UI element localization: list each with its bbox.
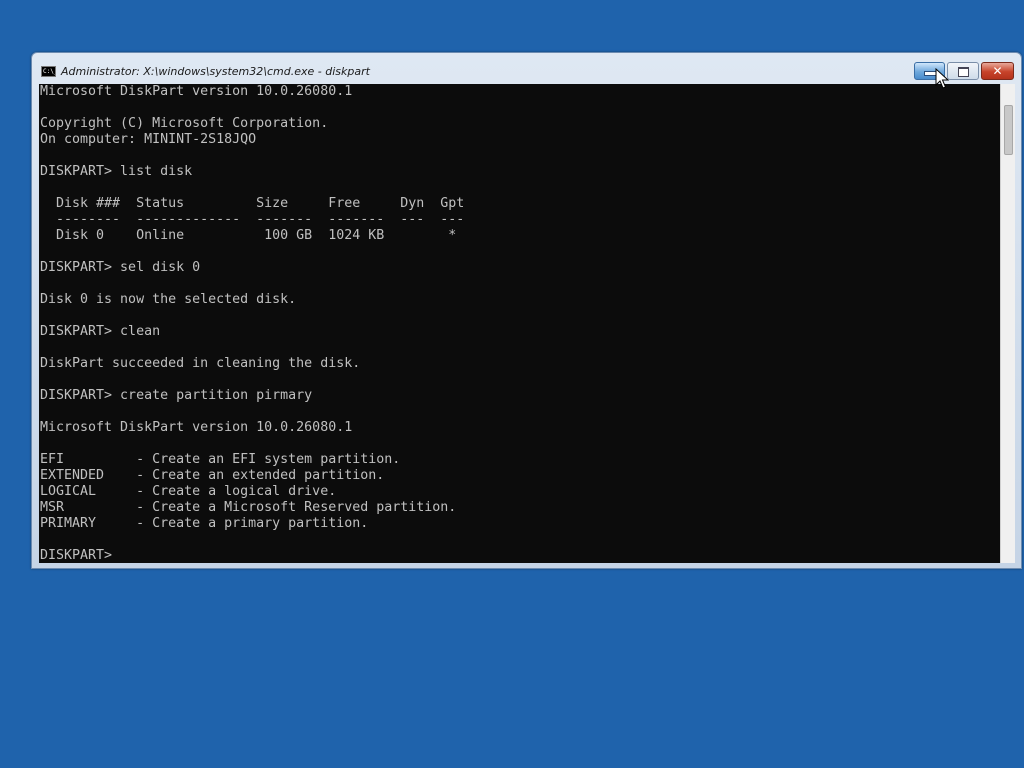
console-line: EFI - Create an EFI system partition.	[40, 452, 401, 467]
console-line: Copyright (C) Microsoft Corporation.	[40, 116, 329, 131]
close-button[interactable]: ✕	[981, 62, 1014, 80]
console-line: DISKPART>	[40, 548, 113, 563]
console-text: Microsoft DiskPart version 10.0.26080.1 C…	[39, 84, 1000, 563]
console-line: Disk 0 Online 100 GB 1024 KB *	[40, 228, 457, 243]
console-line: DISKPART> sel disk 0	[40, 260, 201, 275]
vertical-scrollbar[interactable]	[1000, 84, 1015, 563]
console-line: DISKPART> list disk	[40, 164, 193, 179]
console-line: MSR - Create a Microsoft Reserved partit…	[40, 500, 457, 515]
console-line: -------- ------------- ------- ------- -…	[40, 212, 465, 227]
console-line: Microsoft DiskPart version 10.0.26080.1	[40, 84, 353, 99]
maximize-button[interactable]	[947, 62, 979, 80]
console-line: Disk ### Status Size Free Dyn Gpt	[40, 196, 465, 211]
console-line: PRIMARY - Create a primary partition.	[40, 516, 369, 531]
window-title: Administrator: X:\windows\system32\cmd.e…	[61, 65, 370, 78]
cmd-window[interactable]: C:\_ Administrator: X:\windows\system32\…	[31, 52, 1022, 569]
console-line: LOGICAL - Create a logical drive.	[40, 484, 337, 499]
maximize-icon	[958, 67, 969, 77]
console-line: DISKPART> clean	[40, 324, 161, 339]
console-line: On computer: MININT-2S18JQO	[40, 132, 257, 147]
console-output[interactable]: Microsoft DiskPart version 10.0.26080.1 C…	[39, 84, 1000, 563]
close-icon: ✕	[992, 64, 1003, 78]
console-line: DISKPART> create partition pirmary	[40, 388, 313, 403]
arrow-cursor-icon	[935, 68, 949, 89]
title-bar[interactable]: C:\_ Administrator: X:\windows\system32\…	[32, 53, 1021, 84]
cmd-icon: C:\_	[41, 66, 56, 77]
console-line: EXTENDED - Create an extended partition.	[40, 468, 385, 483]
console-line: Disk 0 is now the selected disk.	[40, 292, 297, 307]
console-line: Microsoft DiskPart version 10.0.26080.1	[40, 420, 353, 435]
console-line: DiskPart succeeded in cleaning the disk.	[40, 356, 361, 371]
scrollbar-thumb[interactable]	[1004, 105, 1013, 155]
